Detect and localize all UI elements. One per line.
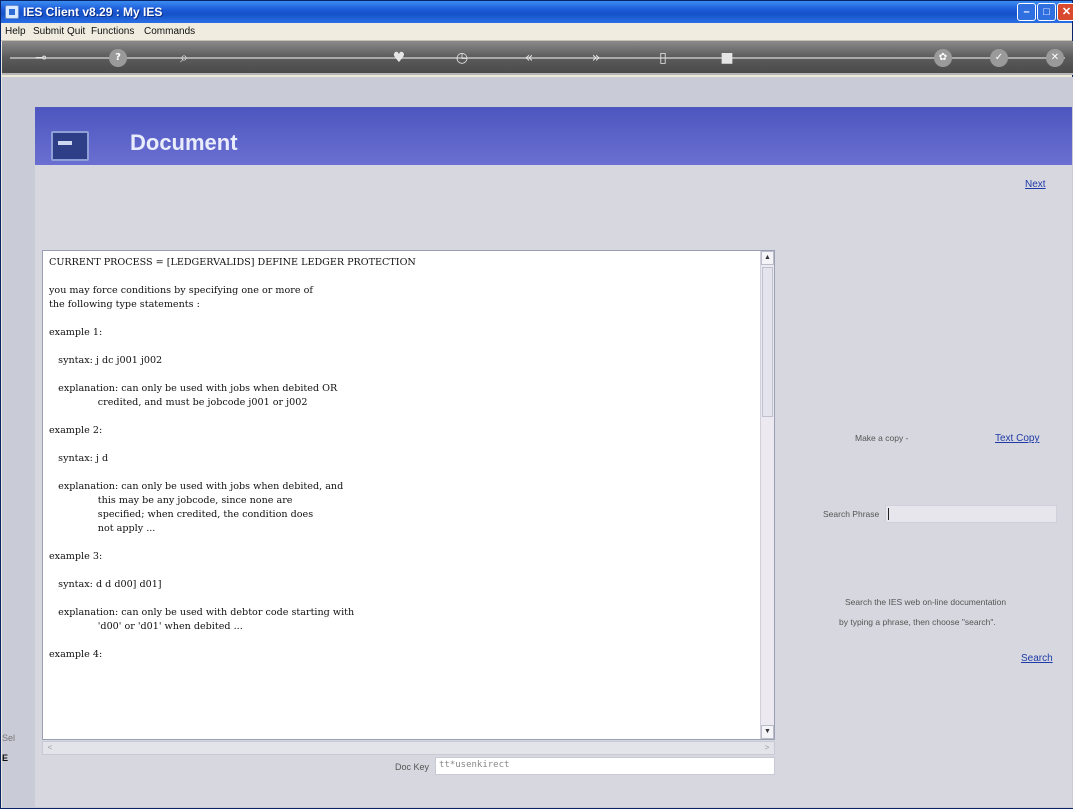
vertical-scrollbar[interactable]: ▲ ▼ (760, 251, 774, 739)
heart-icon[interactable]: ♥ (390, 49, 408, 67)
document-icon-large (51, 131, 89, 161)
menu-bar: Help Submit Quit Functions Commands (1, 23, 1072, 41)
app-icon (5, 5, 19, 19)
e-fragment: E (2, 753, 9, 763)
toolbar: ⊸ ? ⌕ ♥ ◷ « » ▯ ■ ✿ ✓ ✕ (2, 41, 1073, 75)
search-link[interactable]: Search (1021, 653, 1053, 664)
menu-commands[interactable]: Commands (144, 26, 195, 37)
menu-help[interactable]: Help (5, 26, 26, 37)
search-phrase-input[interactable] (885, 505, 1057, 523)
minimize-button[interactable]: – (1017, 3, 1036, 21)
scroll-left-button[interactable]: < (43, 742, 57, 754)
forward-icon[interactable]: » (587, 49, 605, 67)
doc-key-label: Doc Key (395, 762, 430, 772)
key-icon[interactable]: ⊸ (32, 49, 50, 67)
document-icon[interactable]: ▯ (654, 49, 672, 67)
document-panel: Next CURRENT PROCESS = [LEDGERVALIDS] DE… (35, 165, 1072, 807)
scroll-thumb[interactable] (762, 267, 773, 417)
maximize-button[interactable]: □ (1037, 3, 1056, 21)
scroll-right-button[interactable]: > (760, 742, 774, 754)
check-icon[interactable]: ✓ (990, 49, 1008, 67)
menu-quit[interactable]: Quit (67, 26, 85, 37)
close-icon[interactable]: ✕ (1046, 49, 1064, 67)
search-phrase-label: Search Phrase (823, 509, 880, 519)
stop-icon[interactable]: ■ (718, 49, 736, 67)
left-strip: Sel E (2, 77, 34, 808)
scroll-down-button[interactable]: ▼ (761, 725, 774, 739)
search-icon[interactable]: ⌕ (175, 49, 193, 67)
title-bar[interactable]: IES Client v8.29 : My IES – □ ✕ (1, 1, 1073, 23)
search-help-line-2: by typing a phrase, then choose "search"… (839, 617, 996, 627)
doc-key-field[interactable]: tt*usenkirect (435, 757, 775, 775)
document-banner: Document (35, 107, 1072, 165)
search-help-line-1: Search the IES web on-line documentation (845, 597, 1007, 607)
close-window-button[interactable]: ✕ (1057, 3, 1073, 21)
back-icon[interactable]: « (520, 49, 538, 67)
next-link[interactable]: Next (1025, 179, 1046, 190)
menu-submit[interactable]: Submit (33, 26, 64, 37)
text-caret (888, 508, 889, 520)
window-title: IES Client v8.29 : My IES (23, 5, 163, 19)
settings-icon[interactable]: ✿ (934, 49, 952, 67)
text-copy-link[interactable]: Text Copy (995, 433, 1039, 444)
document-viewer[interactable]: CURRENT PROCESS = [LEDGERVALIDS] DEFINE … (42, 250, 775, 740)
menu-functions[interactable]: Functions (91, 26, 134, 37)
help-icon[interactable]: ? (109, 49, 127, 67)
copy-label: Make a copy - (855, 433, 909, 443)
scroll-up-button[interactable]: ▲ (761, 251, 774, 265)
content-area: Sel E Document Next CURRENT PROCESS = [L… (2, 77, 1073, 808)
history-icon[interactable]: ◷ (453, 49, 471, 67)
document-text: CURRENT PROCESS = [LEDGERVALIDS] DEFINE … (49, 257, 416, 660)
app-window: IES Client v8.29 : My IES – □ ✕ Help Sub… (0, 0, 1073, 809)
page-title: Document (130, 130, 238, 155)
horizontal-scrollbar[interactable]: < > (42, 741, 775, 755)
sel-fragment: Sel (2, 733, 16, 743)
